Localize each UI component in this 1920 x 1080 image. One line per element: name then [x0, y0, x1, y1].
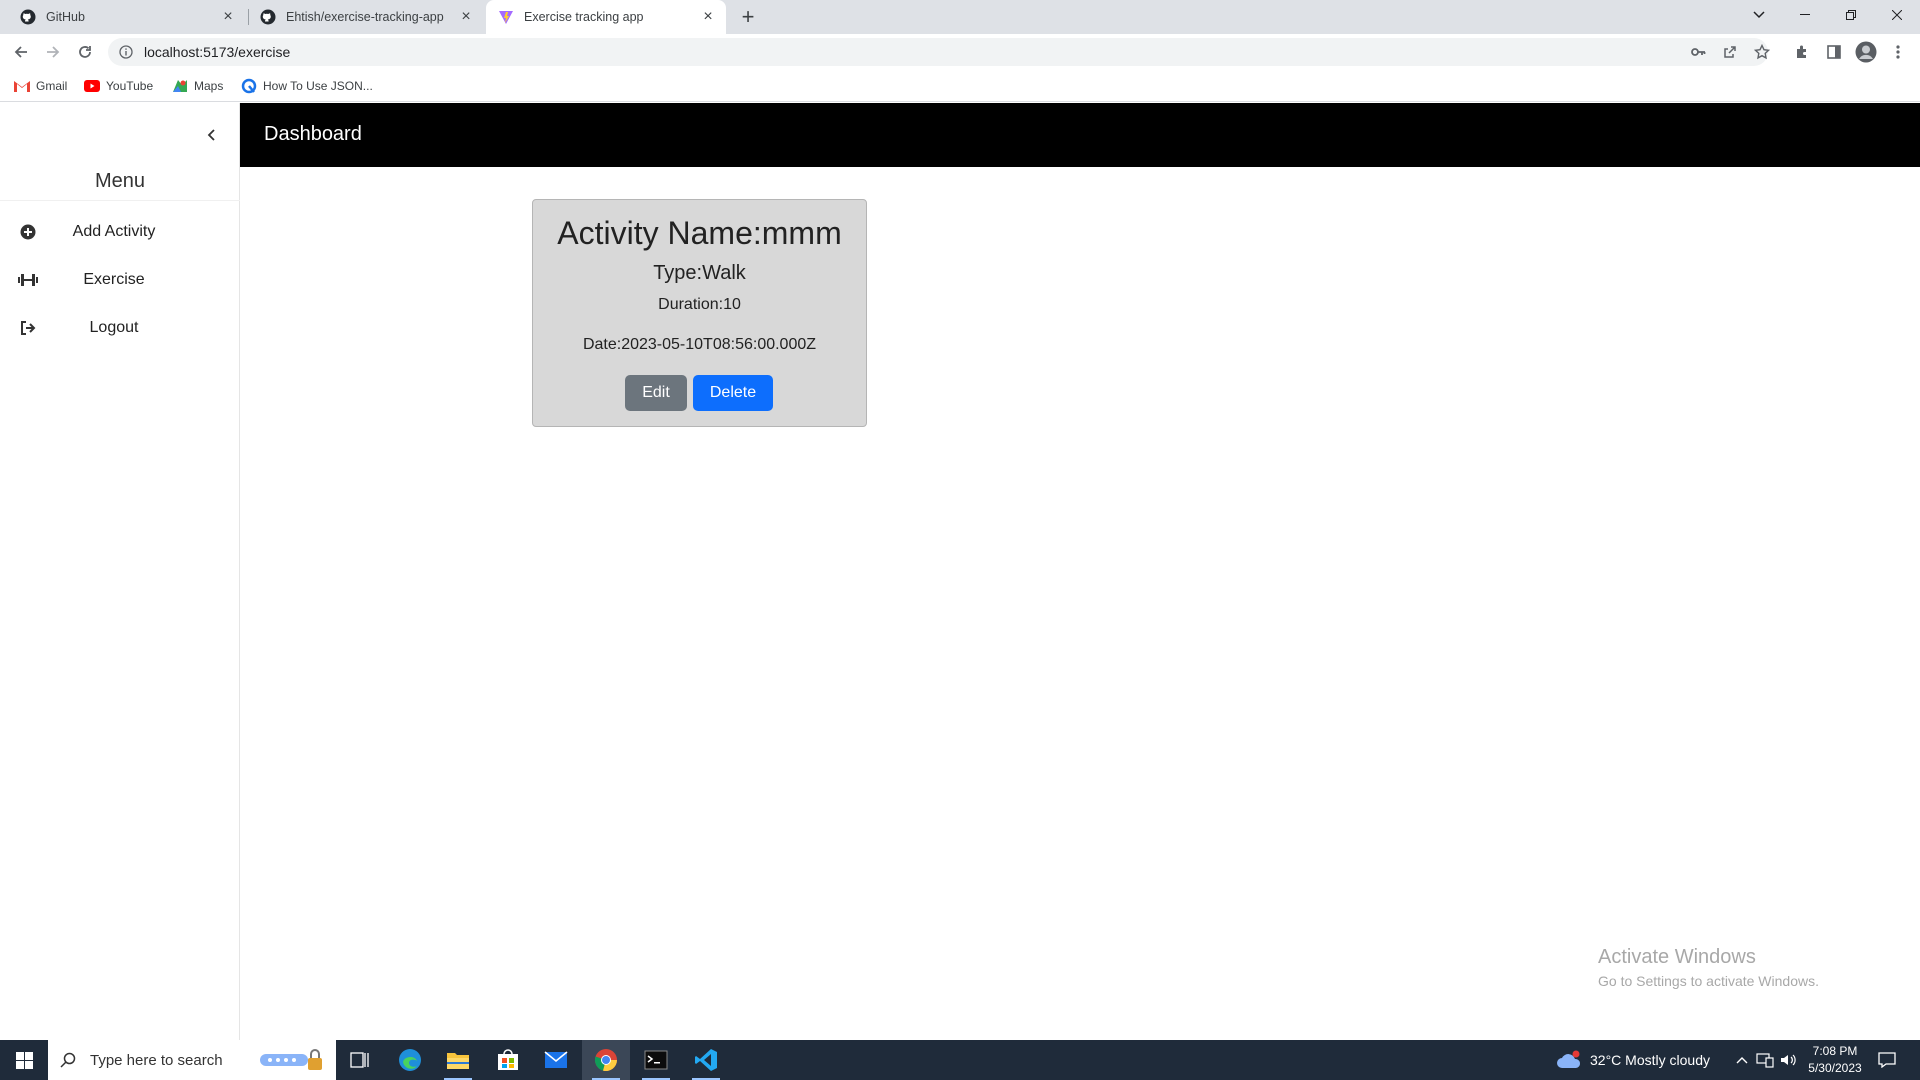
- new-tab-button[interactable]: +: [738, 6, 758, 28]
- github-icon: [260, 9, 276, 25]
- sidebar-item-add-activity[interactable]: Add Activity: [0, 210, 240, 254]
- search-highlight-icon: [260, 1049, 322, 1070]
- mail-icon[interactable]: [532, 1040, 580, 1080]
- browser-tab-strip: GitHub × Ehtish/exercise-tracking-app × …: [0, 0, 1920, 34]
- window-close-icon[interactable]: [1874, 0, 1920, 30]
- notifications-icon[interactable]: [1878, 1040, 1896, 1080]
- close-icon[interactable]: ×: [220, 9, 236, 25]
- windows-taskbar: Type here to search 32°C Mostly cloudy 7…: [0, 1040, 1920, 1080]
- close-icon[interactable]: ×: [700, 9, 716, 25]
- sidebar-item-label: Add Activity: [72, 223, 156, 240]
- address-bar[interactable]: localhost:5173/exercise: [108, 38, 1768, 66]
- sidebar: Menu Add Activity Exercise Logout: [0, 103, 240, 1040]
- tab-exercise-tracking-repo[interactable]: Ehtish/exercise-tracking-app ×: [250, 0, 484, 34]
- show-hidden-icons-icon[interactable]: [1736, 1040, 1748, 1080]
- vite-icon: [498, 9, 514, 25]
- sidebar-item-exercise[interactable]: Exercise: [0, 258, 240, 302]
- dashboard-header: Dashboard: [240, 103, 1920, 167]
- activity-duration: Duration:10: [658, 296, 741, 313]
- page-title: Dashboard: [264, 123, 362, 145]
- bookmark-label: Maps: [194, 79, 224, 93]
- minimize-icon[interactable]: [1782, 0, 1828, 30]
- app-page: Menu Add Activity Exercise Logout Dashbo…: [0, 103, 1920, 1040]
- github-icon: [20, 9, 36, 25]
- browser-toolbar: localhost:5173/exercise: [0, 34, 1920, 70]
- side-panel-icon[interactable]: [1822, 40, 1846, 64]
- weather-widget[interactable]: 32°C Mostly cloudy: [1556, 1040, 1710, 1080]
- profile-avatar-icon[interactable]: [1854, 40, 1878, 64]
- back-icon[interactable]: [9, 40, 33, 64]
- clock-time: 7:08 PM: [1812, 1044, 1858, 1058]
- maps-icon: [172, 78, 188, 94]
- tab-title: Ehtish/exercise-tracking-app: [286, 10, 444, 24]
- clock-date: 5/30/2023: [1808, 1061, 1862, 1075]
- plus-circle-icon: [18, 222, 38, 242]
- search-placeholder: Type here to search: [90, 1051, 223, 1069]
- share-icon[interactable]: [1718, 40, 1742, 64]
- sidebar-item-label: Logout: [89, 319, 139, 336]
- store-icon[interactable]: [484, 1040, 532, 1080]
- chevron-left-icon: [207, 129, 215, 141]
- vscode-icon[interactable]: [682, 1040, 730, 1080]
- more-menu-icon[interactable]: [1886, 40, 1910, 64]
- activity-date: Date:2023-05-10T08:56:00.000Z: [582, 336, 817, 353]
- taskbar-search-box[interactable]: Type here to search: [48, 1040, 336, 1080]
- tab-title: Exercise tracking app: [524, 10, 644, 24]
- collapse-sidebar-button[interactable]: [200, 123, 224, 147]
- logout-icon: [18, 318, 38, 338]
- bookmark-label: YouTube: [106, 79, 154, 93]
- restore-icon[interactable]: [1828, 0, 1874, 30]
- start-button[interactable]: [0, 1040, 48, 1080]
- activity-type: Type:Walk: [653, 262, 746, 284]
- bookmarks-bar: Gmail YouTube Maps How To Use JSON...: [0, 70, 1920, 102]
- password-key-icon[interactable]: [1686, 40, 1710, 64]
- bookmark-youtube[interactable]: YouTube: [84, 76, 153, 96]
- cloud-icon: [1557, 1050, 1581, 1068]
- activity-name: Activity Name:mmm: [557, 215, 842, 251]
- activity-card: Activity Name:mmm Type:Walk Duration:10 …: [532, 199, 867, 427]
- forward-icon[interactable]: [41, 40, 65, 64]
- bookmark-label: How To Use JSON...: [263, 79, 373, 93]
- watermark-subtitle: Go to Settings to activate Windows.: [1598, 973, 1819, 989]
- activate-windows-watermark: Activate Windows Go to Settings to activ…: [1598, 946, 1819, 989]
- edit-button[interactable]: Edit: [625, 375, 687, 411]
- youtube-icon: [84, 78, 100, 94]
- menu-title: Menu: [94, 170, 146, 192]
- url-text: localhost:5173/exercise: [144, 44, 291, 60]
- chrome-icon[interactable]: [582, 1040, 630, 1080]
- tab-github[interactable]: GitHub ×: [10, 0, 246, 34]
- close-icon[interactable]: ×: [458, 9, 474, 25]
- sidebar-item-logout[interactable]: Logout: [0, 306, 240, 350]
- tab-title: GitHub: [46, 10, 85, 24]
- search-icon: [60, 1052, 76, 1068]
- tab-search-icon[interactable]: [1736, 0, 1782, 30]
- bookmark-label: Gmail: [36, 79, 68, 93]
- windows-logo-icon: [15, 1051, 33, 1069]
- extensions-icon[interactable]: [1790, 40, 1814, 64]
- file-explorer-icon[interactable]: [434, 1040, 482, 1080]
- tab-exercise-tracking-app[interactable]: Exercise tracking app ×: [486, 0, 726, 34]
- bookmark-how-to-use-json[interactable]: How To Use JSON...: [241, 76, 373, 96]
- bookmark-star-icon[interactable]: [1750, 40, 1774, 64]
- bookmark-site-icon: [241, 78, 257, 94]
- site-info-icon[interactable]: [118, 44, 134, 60]
- terminal-icon[interactable]: [632, 1040, 680, 1080]
- delete-button[interactable]: Delete: [693, 375, 773, 411]
- bookmark-maps[interactable]: Maps: [172, 76, 223, 96]
- task-view-icon[interactable]: [336, 1040, 384, 1080]
- gmail-icon: [14, 78, 30, 94]
- edge-icon[interactable]: [386, 1040, 434, 1080]
- watermark-title: Activate Windows: [1598, 946, 1756, 968]
- taskbar-clock[interactable]: 7:08 PM 5/30/2023: [1790, 1043, 1880, 1077]
- sidebar-item-label: Exercise: [83, 271, 145, 288]
- bookmark-gmail[interactable]: Gmail: [14, 76, 67, 96]
- dumbbell-icon: [18, 270, 38, 290]
- weather-text: 32°C Mostly cloudy: [1590, 1052, 1710, 1068]
- network-icon[interactable]: [1756, 1040, 1774, 1080]
- reload-icon[interactable]: [73, 40, 97, 64]
- menu-divider: [0, 200, 240, 201]
